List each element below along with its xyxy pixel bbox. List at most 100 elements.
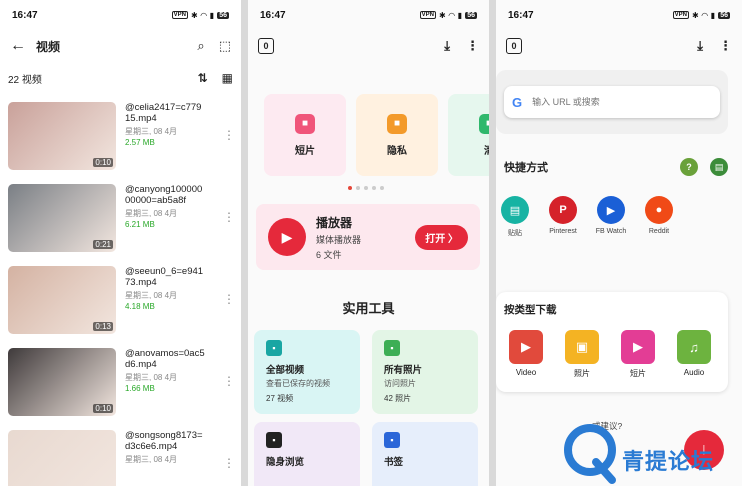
tool-description: 查看已保存的视频 [266, 379, 330, 388]
category-card[interactable]: ■清 [448, 94, 489, 176]
shortcut-item[interactable]: ▶ FB Watch [594, 196, 628, 238]
more-vert-icon[interactable]: ⋮ [719, 38, 732, 54]
status-time: 16:47 [260, 9, 286, 21]
help-icon[interactable]: ? [680, 158, 698, 176]
download-type-label: Audio [683, 368, 705, 377]
vpn-icon: VPN [419, 11, 436, 19]
app-bar: 0 ⤓ ⋮ [248, 30, 489, 62]
tool-card[interactable]: ▪ 全部视频 查看已保存的视频 27 视频 [254, 330, 360, 414]
carousel-indicator [348, 186, 384, 190]
download-by-type-title: 按类型下载 [504, 304, 557, 316]
shortcut-icon: ▤ [501, 196, 529, 224]
shortcut-icon: ▶ [597, 196, 625, 224]
grid-view-icon[interactable]: ▦ [222, 71, 233, 85]
video-thumbnail[interactable] [8, 430, 116, 486]
video-info: @anovamos=0ac5d6.mp4 星期三, 08 4月 1.66 MB [125, 348, 205, 393]
download-type-label: 短片 [630, 369, 646, 378]
category-card[interactable]: ■ 隐私 [356, 94, 438, 176]
download-by-type-card: 按类型下载 ▶ Video ▣ 照片 ▶ 短片 ♫ Audio [496, 292, 728, 392]
bluetooth-icon: ✱ [691, 10, 699, 20]
video-size: 1.66 MB [125, 384, 155, 393]
video-row[interactable]: @songsong8173=d3c6e6.mp4 星期三, 08 4月 ⋮ [0, 422, 241, 486]
tool-description: 访问照片 [384, 379, 416, 388]
search-box[interactable]: G [504, 86, 720, 118]
tab-count-button[interactable]: 0 [506, 38, 522, 54]
url-search-input[interactable] [532, 97, 712, 107]
video-count: 22 视频 [8, 74, 42, 86]
carousel-dot [348, 186, 352, 190]
page-title: 视频 [36, 39, 61, 54]
more-options-icon[interactable]: ⋮ [223, 292, 235, 306]
search-icon[interactable]: ⌕ [197, 38, 204, 54]
video-row[interactable]: 0:10 @anovamos=0ac5d6.mp4 星期三, 08 4月 1.66 M… [0, 340, 241, 422]
back-arrow-icon[interactable]: ← [10, 37, 32, 55]
download-type-icon: ▶ [509, 330, 543, 364]
app-bar: ← 视频 ⌕ ⬚ [0, 30, 241, 62]
watermark-text: 青提论坛 [622, 450, 715, 475]
video-date: 星期三, 08 4月 [125, 127, 178, 136]
shortcut-icon: P [549, 196, 577, 224]
select-all-icon[interactable]: ⬚ [219, 38, 231, 54]
signal-icon: ▮ [710, 10, 716, 20]
status-bar: 16:47 VPN ✱ ◠ ▮ 56 [248, 0, 489, 30]
video-row[interactable]: 0:13 @seeun0_6=e94173.mp4 星期三, 08 4月 4.18 M… [0, 258, 241, 340]
video-list-screen: 16:47 VPN ✱ ◠ ▮ 56 ← 视频 ⌕ ⬚ 22 视频 ⇅ ▦ 0:… [0, 0, 241, 486]
video-row[interactable]: 0:10 @celia2417=c77915.mp4 星期三, 08 4月 2.57 … [0, 94, 241, 176]
watermark-logo-icon [564, 424, 616, 484]
carousel-dot [372, 186, 376, 190]
player-info: 播放器 媒体播放器 6 文件 [316, 214, 415, 261]
shortcut-label: Reddit [648, 228, 670, 235]
download-type-item[interactable]: ▶ Video [508, 330, 544, 379]
category-card[interactable]: ■ 短片 [264, 94, 346, 176]
edit-shortcuts-icon[interactable]: ▤ [710, 158, 728, 176]
open-player-button[interactable]: 打开 〉 [415, 224, 468, 250]
shortcut-item[interactable]: P Pinterest [546, 196, 580, 238]
vpn-icon: VPN [672, 11, 689, 19]
video-size: 4.18 MB [125, 302, 155, 311]
video-thumbnail[interactable]: 0:21 [8, 184, 116, 252]
player-card[interactable]: ▶ 播放器 媒体播放器 6 文件 打开 〉 [256, 204, 480, 270]
status-icons: VPN ✱ ◠ ▮ 56 [419, 11, 477, 20]
video-list: 0:10 @celia2417=c77915.mp4 星期三, 08 4月 2.57 … [0, 94, 241, 486]
tab-count-button[interactable]: 0 [258, 38, 274, 54]
video-date: 星期三, 08 4月 [125, 291, 178, 300]
download-type-item[interactable]: ♫ Audio [676, 330, 712, 379]
video-thumbnail[interactable]: 0:13 [8, 266, 116, 334]
video-name: @celia2417=c77915.mp4 [125, 102, 202, 124]
shortcut-item[interactable]: ▤ 贴贴 [498, 196, 532, 238]
tool-card[interactable]: ▪ 所有照片 访问照片 42 照片 [372, 330, 478, 414]
more-options-icon[interactable]: ⋮ [223, 456, 235, 470]
category-label: 隐私 [387, 145, 407, 157]
player-title: 播放器 [316, 215, 353, 230]
download-icon[interactable]: ⤓ [697, 38, 703, 54]
video-thumbnail[interactable]: 0:10 [8, 348, 116, 416]
play-icon: ▶ [268, 218, 306, 256]
tool-count: 42 照片 [384, 394, 412, 403]
video-row[interactable]: 0:21 @canyong10000000000=ab5a8f 星期三, 08 4月… [0, 176, 241, 258]
sort-icon[interactable]: ⇅ [198, 71, 208, 85]
video-date: 星期三, 08 4月 [125, 373, 178, 382]
shortcut-label: 快捷方式 [504, 162, 548, 174]
more-options-icon[interactable]: ⋮ [223, 210, 235, 224]
tools-section-title: 实用工具 [342, 301, 395, 316]
download-icon[interactable]: ⤓ [444, 38, 450, 54]
more-options-icon[interactable]: ⋮ [223, 374, 235, 388]
shortcut-item[interactable]: ● Reddit [642, 196, 676, 238]
tool-card[interactable]: ▪ 隐身浏览 [254, 422, 360, 486]
tool-card[interactable]: ▪ 书签 [372, 422, 478, 486]
carousel-dot [364, 186, 368, 190]
more-options-icon[interactable]: ⋮ [223, 128, 235, 142]
video-info: @songsong8173=d3c6e6.mp4 星期三, 08 4月 [125, 430, 205, 466]
download-type-icon: ▣ [565, 330, 599, 364]
video-size: 2.57 MB [125, 138, 155, 147]
shortcut-header: 快捷方式 ? ▤ [504, 158, 728, 176]
video-info: @celia2417=c77915.mp4 星期三, 08 4月 2.57 MB [125, 102, 205, 147]
video-thumbnail[interactable]: 0:10 [8, 102, 116, 170]
tool-icon: ▪ [384, 432, 400, 448]
download-type-item[interactable]: ▣ 照片 [564, 330, 600, 379]
download-type-item[interactable]: ▶ 短片 [620, 330, 656, 379]
more-vert-icon[interactable]: ⋮ [466, 38, 479, 54]
video-date: 星期三, 08 4月 [125, 455, 178, 464]
download-type-label: Video [515, 368, 537, 377]
shortcut-label: Pinterest [549, 228, 577, 235]
